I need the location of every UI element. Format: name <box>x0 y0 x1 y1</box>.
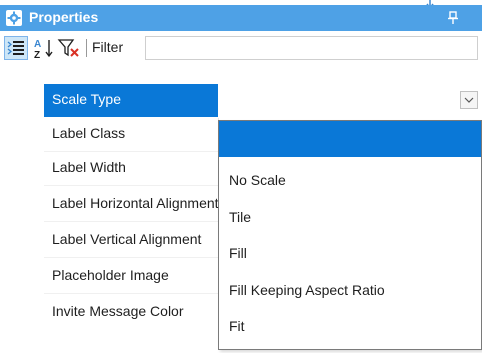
property-name[interactable]: Invite Message Color <box>44 296 218 329</box>
sort-alphabetical-icon[interactable]: A Z <box>33 36 57 61</box>
property-name[interactable]: Placeholder Image <box>44 260 218 293</box>
svg-text:Z: Z <box>34 50 40 60</box>
dropdown-option[interactable]: Fit <box>219 309 481 345</box>
gear-icon <box>6 10 22 26</box>
dropdown-option[interactable]: Fill Keeping Aspect Ratio <box>219 273 481 309</box>
property-name[interactable]: Label Horizontal Alignment <box>44 188 218 221</box>
property-name[interactable]: Scale Type <box>44 84 218 117</box>
filter-icon[interactable] <box>57 36 81 60</box>
property-name[interactable]: Label Class <box>44 118 218 151</box>
dropdown-option[interactable]: No Scale <box>219 163 481 199</box>
categorized-icon[interactable] <box>4 36 28 60</box>
property-name[interactable]: Label Vertical Alignment <box>44 224 218 257</box>
dropdown-option[interactable]: Fill <box>219 236 481 272</box>
title-bar: Properties <box>0 5 482 31</box>
chevron-down-icon[interactable] <box>460 91 478 109</box>
dropdown-option[interactable] <box>219 121 481 157</box>
panel-title: Properties <box>29 9 99 25</box>
filter-label: Filter <box>92 39 124 55</box>
filter-input[interactable] <box>145 36 478 60</box>
property-row[interactable]: Scale Type <box>0 84 482 118</box>
toolbar-separator <box>86 39 87 57</box>
scale-type-dropdown: No Scale Tile Fill Fill Keeping Aspect R… <box>218 120 482 350</box>
property-name[interactable]: Label Width <box>44 152 218 185</box>
toolbar: A Z Filter <box>0 31 482 65</box>
svg-text:A: A <box>34 39 41 50</box>
pin-icon[interactable] <box>446 9 460 27</box>
dropdown-option[interactable]: Tile <box>219 200 481 236</box>
properties-panel: Properties A Z Filter Scale Type Label C… <box>0 0 482 353</box>
property-value-combo[interactable] <box>218 84 482 117</box>
